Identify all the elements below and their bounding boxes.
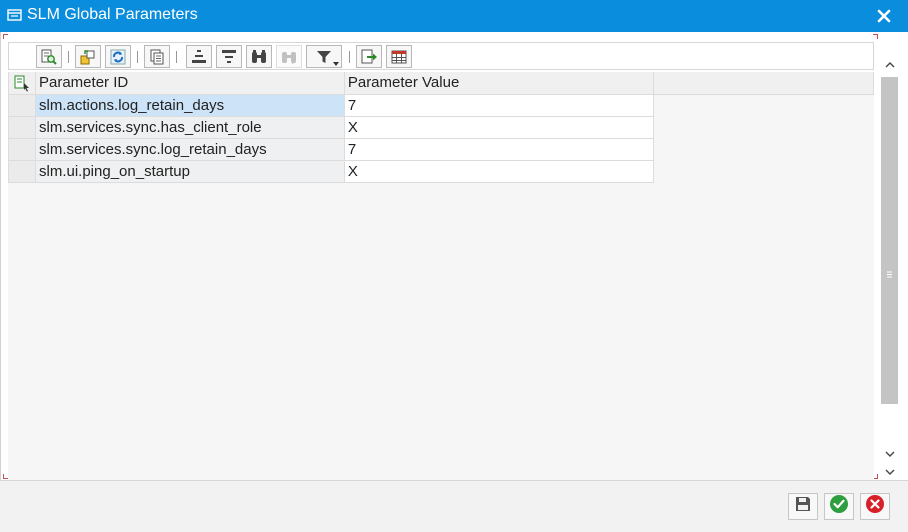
- export-icon: [360, 48, 378, 66]
- toolbar-separator: [137, 51, 138, 63]
- cancel-x-icon: [865, 494, 885, 519]
- export-button[interactable]: [356, 45, 382, 68]
- sort-descending-button[interactable]: [216, 45, 242, 68]
- column-header-parameter-value[interactable]: Parameter Value: [343, 72, 655, 95]
- layout-grid-icon: [390, 48, 408, 66]
- header-filler: [653, 72, 874, 95]
- details-button[interactable]: [36, 45, 62, 68]
- copy-button[interactable]: [144, 45, 170, 68]
- row-selector[interactable]: [8, 159, 36, 183]
- change-display-icon: [79, 48, 97, 66]
- row-selector[interactable]: [8, 93, 36, 117]
- confirm-check-icon: [829, 494, 849, 519]
- toolbar-separator: [349, 51, 350, 63]
- cell-parameter-id[interactable]: slm.services.sync.has_client_role: [35, 115, 345, 139]
- title-bar: SLM Global Parameters: [0, 0, 908, 32]
- row-selector[interactable]: [8, 137, 36, 161]
- copy-clipboard-icon: [148, 48, 166, 66]
- filter-funnel-icon: [315, 48, 333, 66]
- refresh-icon: [109, 48, 127, 66]
- scrollbar-thumb[interactable]: [881, 77, 898, 404]
- column-header-parameter-id[interactable]: Parameter ID: [35, 72, 345, 95]
- select-all-icon: [12, 73, 32, 93]
- table-row[interactable]: slm.actions.log_retain_days 7: [8, 93, 874, 117]
- table-row[interactable]: slm.services.sync.has_client_role X: [8, 115, 874, 139]
- cell-parameter-id[interactable]: slm.services.sync.log_retain_days: [35, 137, 345, 161]
- cell-parameter-id[interactable]: slm.ui.ping_on_startup: [35, 159, 345, 183]
- filter-button[interactable]: [306, 45, 342, 68]
- scrollbar-grip-icon: [887, 265, 892, 278]
- cell-parameter-value[interactable]: X: [343, 159, 655, 183]
- table-header-row: Parameter ID Parameter Value: [8, 72, 874, 95]
- scroll-up-chevron-icon[interactable]: [884, 57, 896, 68]
- toolbar-separator: [68, 51, 69, 63]
- save-disk-icon: [794, 495, 812, 518]
- cancel-button[interactable]: [860, 493, 890, 520]
- focus-corner: [873, 34, 878, 39]
- sort-descending-icon: [220, 48, 238, 66]
- dialog-footer: [0, 480, 908, 532]
- dialog-window-icon: [7, 8, 22, 27]
- scroll-page-down-chevron-icon[interactable]: [884, 464, 896, 475]
- sort-ascending-icon: [190, 48, 208, 66]
- row-selector[interactable]: [8, 115, 36, 139]
- refresh-button[interactable]: [105, 45, 131, 68]
- find-binoculars-icon: [250, 48, 268, 66]
- scroll-down-chevron-icon[interactable]: [884, 446, 896, 457]
- layout-button[interactable]: [386, 45, 412, 68]
- find-button[interactable]: [246, 45, 272, 68]
- vertical-scrollbar[interactable]: [880, 32, 900, 480]
- filter-dropdown-chevron-icon[interactable]: [333, 62, 339, 66]
- cell-parameter-value[interactable]: 7: [343, 137, 655, 161]
- cell-parameter-value[interactable]: 7: [343, 93, 655, 117]
- find-next-button[interactable]: [276, 45, 302, 68]
- parameter-grid: Parameter ID Parameter Value slm.actions…: [8, 72, 874, 480]
- sort-ascending-button[interactable]: [186, 45, 212, 68]
- close-x-icon[interactable]: [874, 6, 894, 26]
- grid-toolbar: [8, 42, 874, 70]
- select-all-button[interactable]: [8, 72, 36, 95]
- dialog-content: Parameter ID Parameter Value slm.actions…: [0, 32, 907, 480]
- table-row[interactable]: slm.ui.ping_on_startup X: [8, 159, 874, 183]
- change-display-button[interactable]: [75, 45, 101, 68]
- cell-parameter-id[interactable]: slm.actions.log_retain_days: [35, 93, 345, 117]
- parameter-table: Parameter ID Parameter Value slm.actions…: [8, 72, 874, 183]
- toolbar-separator: [176, 51, 177, 63]
- details-magnifier-icon: [40, 48, 58, 66]
- cell-parameter-value[interactable]: X: [343, 115, 655, 139]
- save-button[interactable]: [788, 493, 818, 520]
- window-title: SLM Global Parameters: [27, 6, 198, 23]
- find-next-binoculars-icon: [280, 48, 298, 66]
- table-row[interactable]: slm.services.sync.log_retain_days 7: [8, 137, 874, 161]
- focus-corner: [3, 34, 8, 39]
- confirm-button[interactable]: [824, 493, 854, 520]
